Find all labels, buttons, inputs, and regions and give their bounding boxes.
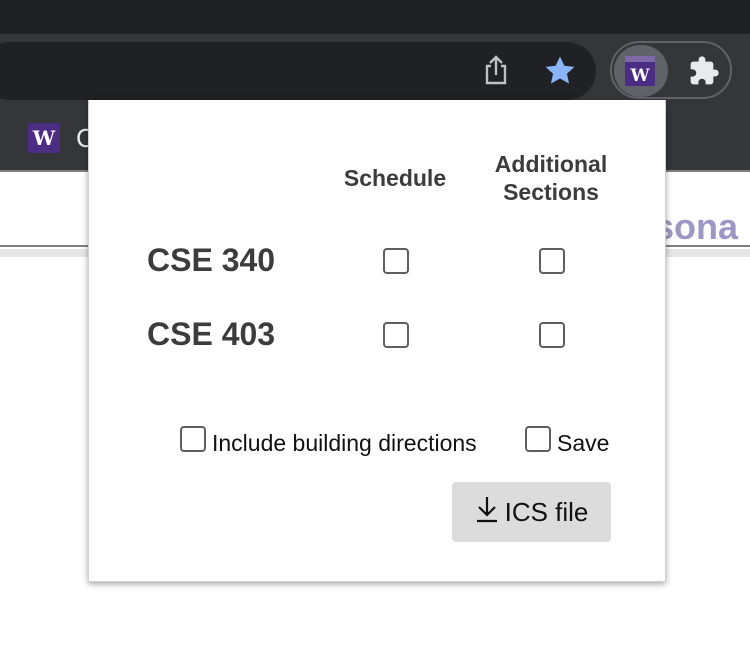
save-checkbox[interactable] — [525, 426, 551, 452]
svg-text:W: W — [629, 66, 650, 86]
extension-popup: Schedule Additional Sections CSE 340 CSE… — [88, 100, 666, 582]
star-icon[interactable] — [540, 51, 580, 91]
course-name: CSE 403 — [147, 316, 276, 352]
puzzle-icon[interactable] — [684, 53, 724, 89]
additional-sections-checkbox[interactable] — [539, 322, 565, 348]
schedule-checkbox[interactable] — [383, 248, 409, 274]
include-directions-checkbox[interactable] — [180, 426, 206, 452]
share-icon[interactable] — [478, 52, 514, 88]
additional-sections-checkbox[interactable] — [539, 248, 565, 274]
column-header-additional-sections: Additional Sections — [481, 150, 621, 206]
browser-toolbar: W — [0, 34, 750, 100]
download-button-label: ICS file — [504, 496, 589, 527]
download-ics-button[interactable]: ICS file — [452, 482, 611, 542]
column-header-line: Additional — [494, 151, 608, 177]
download-icon — [475, 495, 499, 530]
schedule-checkbox[interactable] — [383, 322, 409, 348]
course-name: CSE 340 — [147, 242, 276, 278]
column-header-schedule: Schedule — [343, 165, 447, 191]
include-directions-label: Include building directions — [212, 430, 477, 456]
uw-extension-icon[interactable]: W — [624, 55, 656, 87]
tab-strip — [0, 0, 750, 34]
save-label: Save — [557, 430, 610, 456]
column-header-line: Sections — [503, 179, 599, 205]
uw-favicon: W — [28, 123, 60, 153]
